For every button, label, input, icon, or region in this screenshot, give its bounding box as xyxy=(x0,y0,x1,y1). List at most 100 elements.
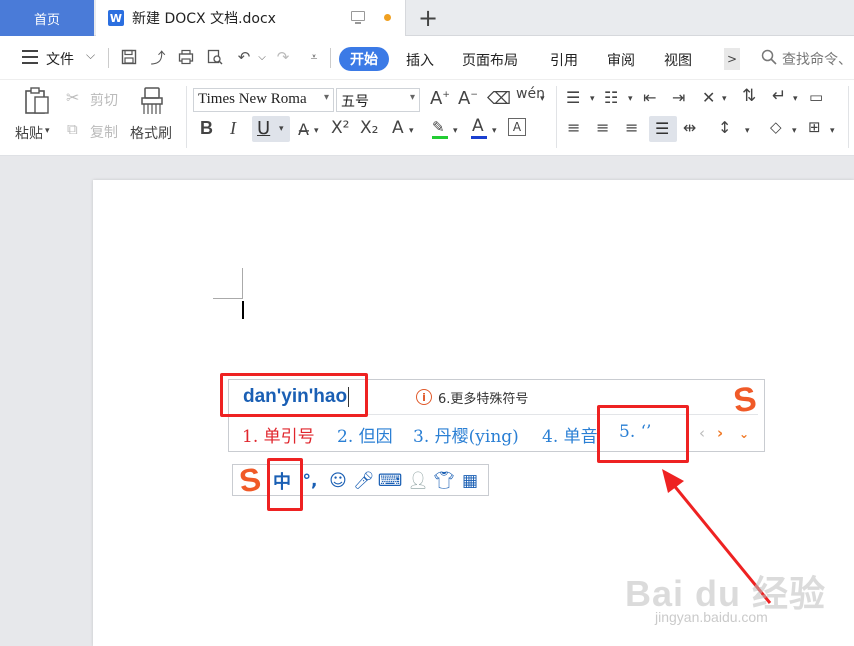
subscript-button[interactable]: X₂ xyxy=(360,118,378,138)
paste-button[interactable]: 粘贴 xyxy=(15,123,43,143)
clear-format-icon[interactable]: ⌫ xyxy=(487,89,511,109)
menu-file[interactable]: 文件 xyxy=(46,49,74,69)
copy-icon[interactable]: ⧉ xyxy=(67,120,78,138)
strikethrough-icon[interactable]: A̶ xyxy=(298,120,309,139)
tab-review[interactable]: 审阅 xyxy=(607,50,635,70)
show-marks-icon[interactable]: ↵ xyxy=(772,86,786,106)
underline-dropdown-icon[interactable]: ▾ xyxy=(279,124,284,134)
ime-next-page-icon[interactable]: › xyxy=(717,424,723,442)
customize-toolbar-icon[interactable]: ⩡ xyxy=(305,48,323,66)
search-command-input[interactable]: 查找命令、 xyxy=(782,49,852,69)
save-icon[interactable] xyxy=(120,48,138,66)
align-center-icon[interactable]: ≡ xyxy=(596,118,609,137)
align-left-icon[interactable]: ≡ xyxy=(567,118,580,137)
more-tabs-button[interactable]: > xyxy=(724,48,740,70)
decrease-indent-icon[interactable]: ⇤ xyxy=(643,88,656,107)
chevron-down-icon[interactable]: ▾ xyxy=(410,92,415,103)
font-color-dropdown-icon[interactable]: ▾ xyxy=(492,126,497,136)
toolbox-grid-icon[interactable]: ▦ xyxy=(459,470,481,492)
underline-button[interactable]: U ▾ xyxy=(252,116,290,142)
hamburger-menu-icon[interactable] xyxy=(22,50,38,64)
borders-dropdown-icon[interactable]: ▾ xyxy=(830,126,835,136)
keyboard-icon[interactable]: ⌨ xyxy=(378,470,403,492)
ime-candidate-3[interactable]: 3. 丹樱(ying) xyxy=(413,422,519,447)
format-painter-icon[interactable] xyxy=(140,86,164,120)
skin-shirt-icon[interactable]: 👕︎ xyxy=(433,470,455,492)
shrink-font-icon[interactable]: A− xyxy=(458,88,478,109)
paste-dropdown-icon[interactable]: ▾ xyxy=(45,126,50,136)
emoji-icon[interactable]: ☺ xyxy=(327,470,349,492)
tab-document[interactable]: W 新建 DOCX 文档.docx xyxy=(96,0,406,36)
print-icon[interactable] xyxy=(177,48,195,66)
paste-icon[interactable] xyxy=(22,86,52,120)
justify-button[interactable]: ☰ xyxy=(649,116,677,142)
user-icon[interactable]: 👤︎ xyxy=(407,470,429,492)
line-spacing-dropdown-icon[interactable]: ▾ xyxy=(745,126,750,136)
italic-button[interactable]: I xyxy=(230,118,236,139)
highlight-color-bar xyxy=(432,136,448,139)
tab-references[interactable]: 引用 xyxy=(550,50,578,70)
ime-candidate-1[interactable]: 1. 单引号 xyxy=(242,422,315,447)
sogou-logo-icon[interactable]: S xyxy=(231,459,270,501)
numbering-dropdown-icon[interactable]: ▾ xyxy=(628,94,633,104)
highlight-icon[interactable]: ✎ xyxy=(432,118,445,136)
new-tab-plus-icon[interactable]: + xyxy=(418,5,438,31)
bullets-icon[interactable]: ☰ xyxy=(566,88,580,107)
scissors-icon[interactable]: ✂ xyxy=(66,88,79,107)
font-size-select[interactable]: 五号 ▾ xyxy=(336,88,420,112)
sort-icon[interactable]: ⇅ xyxy=(742,86,756,106)
info-icon[interactable]: i xyxy=(416,389,432,405)
ime-more-symbols[interactable]: 6.更多特殊符号 xyxy=(438,388,528,407)
monitor-icon[interactable] xyxy=(351,11,365,24)
cut-button[interactable]: 剪切 xyxy=(90,90,118,110)
superscript-button[interactable]: X² xyxy=(331,118,349,138)
microphone-icon[interactable]: 🎤︎ xyxy=(353,470,375,492)
redo-icon[interactable]: ↷ xyxy=(274,48,292,66)
bullets-dropdown-icon[interactable]: ▾ xyxy=(590,94,595,104)
font-name-select[interactable]: Times New Roma ▾ xyxy=(193,88,334,112)
line-spacing-icon[interactable]: ↕ xyxy=(718,118,731,137)
tabs-ruler-icon[interactable]: ▭ xyxy=(809,88,823,106)
format-painter-button[interactable]: 格式刷 xyxy=(130,123,172,143)
copy-button[interactable]: 复制 xyxy=(90,122,118,142)
text-effects-icon[interactable]: A xyxy=(392,118,404,138)
margin-marker xyxy=(242,268,243,298)
text-effects-dropdown-icon[interactable]: ▾ xyxy=(409,126,414,136)
grow-font-icon[interactable]: A+ xyxy=(430,88,450,109)
char-border-icon[interactable]: A xyxy=(508,118,526,136)
shading-dropdown-icon[interactable]: ▾ xyxy=(792,126,797,136)
tab-page-layout[interactable]: 页面布局 xyxy=(462,50,518,70)
share-icon[interactable]: ⤴ xyxy=(149,48,167,67)
bold-button[interactable]: B xyxy=(200,118,213,139)
phonetic-dropdown-icon[interactable]: ▾ xyxy=(540,94,545,104)
show-marks-dropdown-icon[interactable]: ▾ xyxy=(793,94,798,104)
distributed-icon[interactable]: ⇹ xyxy=(683,118,696,137)
increase-indent-icon[interactable]: ⇥ xyxy=(672,88,685,107)
strikethrough-dropdown-icon[interactable]: ▾ xyxy=(314,126,319,136)
ime-candidate-2[interactable]: 2. 但因 xyxy=(337,422,393,447)
chinese-layout-icon[interactable]: ✕ xyxy=(702,88,715,107)
tab-view[interactable]: 视图 xyxy=(664,50,692,70)
print-preview-icon[interactable] xyxy=(206,48,224,66)
ime-expand-icon[interactable]: ⌄ xyxy=(739,427,749,441)
numbering-icon[interactable]: ☷ xyxy=(604,88,618,107)
search-icon[interactable] xyxy=(760,48,778,66)
chinese-layout-dropdown-icon[interactable]: ▾ xyxy=(722,94,727,104)
align-right-icon[interactable]: ≡ xyxy=(625,118,638,137)
baidu-watermark: Bai du 经验 jingyan.baidu.com xyxy=(625,565,835,635)
font-color-icon[interactable]: A xyxy=(472,116,484,136)
tab-home[interactable]: 首页 xyxy=(0,0,94,36)
undo-dropdown-icon[interactable]: ⌵ xyxy=(253,48,271,66)
ime-prev-page-icon[interactable]: ‹ xyxy=(699,424,705,442)
highlight-dropdown-icon[interactable]: ▾ xyxy=(453,126,458,136)
borders-icon[interactable]: ⊞ xyxy=(808,118,821,136)
unsaved-dot-icon xyxy=(384,14,391,21)
ime-candidate-4[interactable]: 4. 单音 xyxy=(542,422,598,447)
undo-icon[interactable]: ↶ xyxy=(235,48,253,66)
title-bar: 首页 W 新建 DOCX 文档.docx + xyxy=(0,0,854,36)
tab-insert[interactable]: 插入 xyxy=(406,50,434,70)
tab-start[interactable]: 开始 xyxy=(339,47,389,71)
chevron-down-icon[interactable]: ⌵ xyxy=(86,48,95,63)
chevron-down-icon[interactable]: ▾ xyxy=(324,92,329,103)
shading-icon[interactable]: ◇ xyxy=(770,118,782,136)
